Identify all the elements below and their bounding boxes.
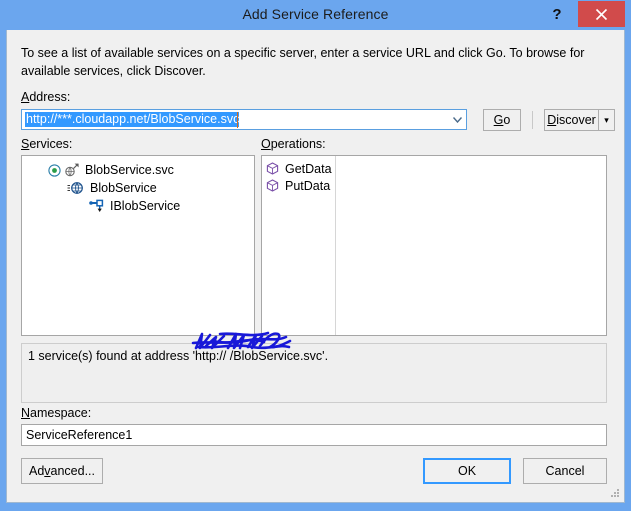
namespace-input[interactable]	[21, 424, 607, 446]
services-label-rest: ervices:	[29, 137, 72, 151]
address-input[interactable]: http://***.cloudapp.net/BlobService.svc	[25, 112, 239, 127]
advanced-label-a: Ad	[29, 464, 44, 478]
address-combobox[interactable]: http://***.cloudapp.net/BlobService.svc	[21, 109, 467, 130]
close-button[interactable]	[578, 1, 625, 27]
title-bar[interactable]: Add Service Reference ?	[0, 0, 631, 30]
tree-item-blobservice-svc[interactable]: BlobService.svc	[48, 161, 174, 179]
expanded-node-icon[interactable]	[48, 164, 61, 177]
service-svc-icon	[64, 163, 80, 177]
go-accel: G	[494, 113, 504, 127]
operation-label: GetData	[285, 162, 332, 176]
operations-label-rest: perations:	[271, 137, 326, 151]
address-label-rest: ddress:	[29, 90, 70, 104]
window-title: Add Service Reference	[0, 6, 631, 22]
namespace-label-accel: N	[21, 406, 30, 420]
chevron-down-icon	[453, 117, 462, 123]
help-button[interactable]: ?	[541, 0, 573, 28]
cancel-button[interactable]: Cancel	[523, 458, 607, 484]
operations-label: Operations:	[261, 137, 326, 151]
go-button[interactable]: Go	[483, 109, 521, 131]
operation-label: PutData	[285, 179, 330, 193]
advanced-button[interactable]: Advanced...	[21, 458, 103, 484]
namespace-label: Namespace:	[21, 406, 91, 420]
list-item[interactable]: GetData	[266, 160, 332, 177]
go-label: o	[503, 113, 510, 127]
chevron-down-icon: ▾	[604, 116, 609, 125]
add-service-reference-dialog: Add Service Reference ? To see a list of…	[0, 0, 631, 511]
ok-button[interactable]: OK	[423, 458, 511, 484]
toolbar-separator	[532, 111, 533, 129]
tree-item-blobservice[interactable]: BlobService	[67, 179, 157, 197]
resize-grip-icon[interactable]	[609, 487, 621, 499]
namespace-label-rest: amespace:	[30, 406, 91, 420]
operations-list[interactable]: GetData PutData	[261, 155, 607, 336]
address-label: Address:	[21, 90, 70, 104]
status-box: 1 service(s) found at address 'http:// /…	[21, 343, 607, 403]
text-caret	[237, 112, 238, 128]
intro-text: To see a list of available services on a…	[21, 44, 607, 80]
discover-label: iscover	[556, 113, 596, 127]
status-text: 1 service(s) found at address 'http:// /…	[28, 349, 328, 363]
operation-cube-icon	[266, 179, 279, 192]
tree-item-label: BlobService.svc	[85, 163, 174, 177]
tree-item-label: BlobService	[90, 181, 157, 195]
tree-item-iblobservice[interactable]: IBlobService	[89, 197, 180, 215]
interface-contract-icon	[89, 198, 105, 214]
address-dropdown-button[interactable]	[448, 110, 466, 129]
close-icon	[595, 8, 608, 21]
operation-cube-icon	[266, 162, 279, 175]
dialog-client-area: To see a list of available services on a…	[6, 30, 625, 503]
services-tree[interactable]: BlobService.svc BlobService	[21, 155, 255, 336]
advanced-label-rest: anced...	[51, 464, 95, 478]
services-label: Services:	[21, 137, 72, 151]
column-divider	[335, 156, 336, 335]
tree-item-label: IBlobService	[110, 199, 180, 213]
discover-accel: D	[547, 113, 556, 127]
discover-dropdown-button[interactable]: ▾	[598, 109, 615, 131]
list-item[interactable]: PutData	[266, 177, 330, 194]
discover-button[interactable]: Discover	[544, 109, 598, 131]
globe-endpoint-icon	[67, 181, 85, 195]
operations-label-accel: O	[261, 137, 271, 151]
